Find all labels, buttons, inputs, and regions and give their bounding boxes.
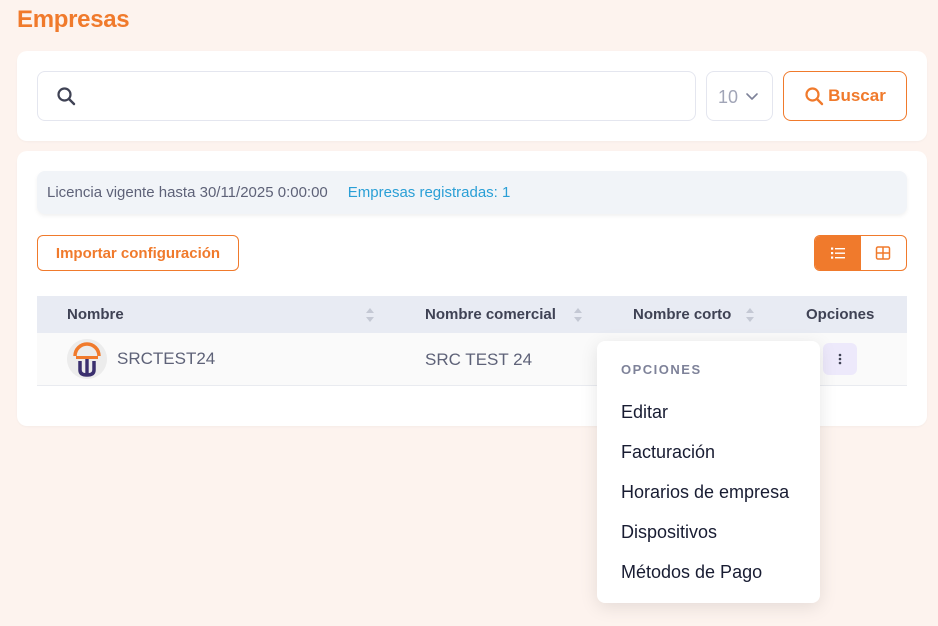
column-header-nombre[interactable]: Nombre (67, 306, 124, 323)
companies-count: Empresas registradas: 1 (347, 184, 511, 201)
view-toggle (814, 235, 907, 271)
menu-item-facturacion[interactable]: Facturación (621, 442, 715, 463)
search-box[interactable] (37, 71, 696, 121)
sort-icon[interactable] (573, 307, 583, 323)
page-size-value: 10 (718, 87, 739, 107)
more-vertical-icon (838, 353, 842, 365)
search-button-label: Buscar (828, 86, 886, 105)
column-header-opciones: Opciones (806, 306, 875, 323)
search-button[interactable]: Buscar (783, 71, 907, 121)
cell-nombre: SRCTEST24 (117, 349, 216, 368)
license-text: Licencia vigente hasta 30/11/2025 0:00:0… (47, 184, 328, 201)
license-bar: Licencia vigente hasta 30/11/2025 0:00:0… (37, 171, 907, 214)
chevron-down-icon (745, 90, 759, 104)
list-icon (830, 247, 845, 259)
company-logo (67, 339, 107, 379)
import-config-button[interactable]: Importar configuración (37, 235, 239, 271)
menu-item-editar[interactable]: Editar (621, 402, 668, 423)
page-size-select[interactable]: 10 (706, 71, 773, 121)
sort-icon[interactable] (745, 307, 755, 323)
menu-item-metodos-pago[interactable]: Métodos de Pago (621, 562, 762, 583)
list-view-button[interactable] (815, 236, 861, 270)
menu-item-dispositivos[interactable]: Dispositivos (621, 522, 717, 543)
menu-item-horarios[interactable]: Horarios de empresa (621, 482, 789, 503)
column-header-nombre-corto[interactable]: Nombre corto (633, 306, 731, 323)
search-icon (56, 86, 76, 106)
sort-icon[interactable] (365, 307, 375, 323)
dropdown-heading: OPCIONES (621, 362, 702, 377)
row-options-button[interactable] (823, 343, 857, 375)
search-icon (805, 87, 824, 106)
table-header: Nombre Nombre comercial Nombre corto Opc… (37, 296, 907, 333)
search-card: 10 Buscar (17, 51, 927, 141)
page-title: Empresas (17, 6, 130, 33)
cell-nombre-comercial: SRC TEST 24 (425, 350, 533, 369)
grid-icon (876, 246, 891, 260)
search-input[interactable] (88, 72, 685, 120)
column-header-nombre-comercial[interactable]: Nombre comercial (425, 306, 556, 323)
grid-view-button[interactable] (861, 236, 907, 270)
options-dropdown: OPCIONES Editar Facturación Horarios de … (597, 341, 820, 603)
